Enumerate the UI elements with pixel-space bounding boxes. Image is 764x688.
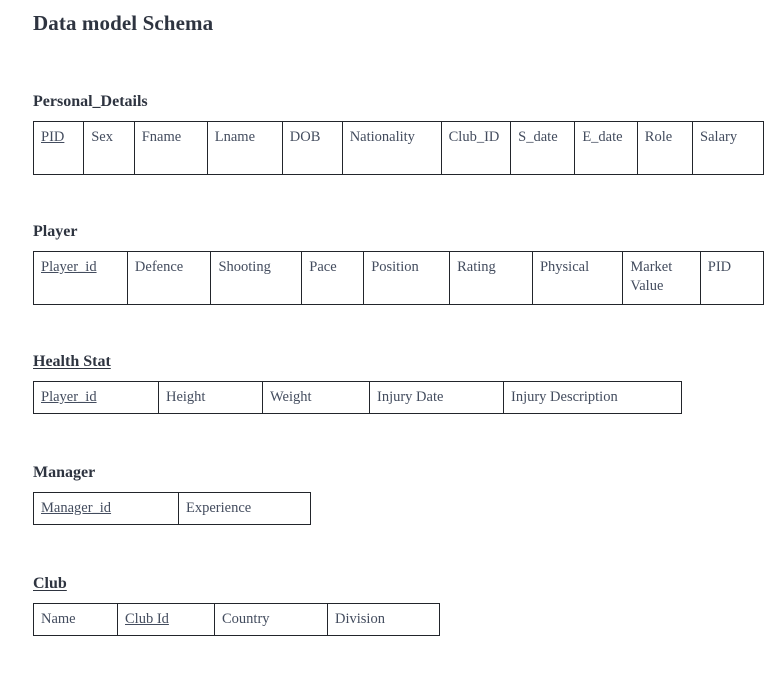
- table-row: Player_id Height Weight Injury Date Injury D…: [33, 381, 682, 414]
- attribute-cell-weight: Weight: [262, 381, 370, 414]
- attribute-label: PID: [707, 259, 732, 275]
- attribute-label: Lname: [214, 129, 256, 145]
- entity-heading-manager: Manager: [33, 464, 96, 481]
- attribute-label: Nationality: [349, 129, 415, 145]
- attribute-cell-defence: Defence: [126, 251, 212, 305]
- entity-table-club: Name Club Id Country Division: [33, 603, 440, 636]
- attribute-label: Pace: [309, 259, 337, 275]
- entity-section-health: Health Stat Player_id Height Weight Injury …: [33, 353, 682, 414]
- attribute-label: Shooting: [218, 259, 271, 275]
- attribute-label: Sex: [91, 129, 113, 145]
- entity-table-manager: Manager_id Experience: [33, 492, 311, 525]
- attribute-label: Injury Date: [377, 389, 444, 405]
- table-row: Player_id Defence Shooting Pace Position Rati…: [33, 251, 764, 305]
- attribute-label: Rating: [457, 259, 496, 275]
- attribute-cell-injury-description: Injury Description: [503, 381, 682, 414]
- attribute-cell-experience: Experience: [178, 492, 311, 525]
- attribute-cell-height: Height: [158, 381, 263, 414]
- attribute-cell-role: Role: [636, 121, 694, 175]
- attribute-cell-salary: Salary: [692, 121, 764, 175]
- attribute-cell-s-date: S_date: [510, 121, 576, 175]
- entity-table-player: Player_id Defence Shooting Pace Position Rati…: [33, 251, 764, 305]
- attribute-cell-division: Division: [327, 603, 440, 636]
- table-row: PID Sex Fname Lname DOB Nationality Club_ID S_d…: [32, 121, 764, 175]
- attribute-cell-pace: Pace: [301, 251, 365, 305]
- entity-heading-personal: Personal_Details: [33, 93, 148, 110]
- attribute-cell-club-id: Club_ID: [440, 121, 512, 175]
- attribute-cell-nationality: Nationality: [341, 121, 442, 175]
- attribute-cell-fname: Fname: [133, 121, 208, 175]
- primary-key-label: PID: [41, 129, 65, 145]
- primary-key-label: Manager_id: [41, 500, 112, 516]
- table-row: Name Club Id Country Division: [33, 603, 440, 636]
- entity-heading-club: Club: [33, 575, 67, 592]
- attribute-label: Experience: [186, 500, 252, 516]
- attribute-label: DOB: [289, 129, 321, 145]
- entity-heading-player: Player: [33, 223, 78, 240]
- attribute-cell-country: Country: [214, 603, 328, 636]
- attribute-label: Country: [222, 611, 270, 627]
- attribute-label: E_date: [582, 129, 623, 145]
- primary-key-label: Club Id: [125, 611, 169, 627]
- attribute-cell-position: Position: [363, 251, 451, 305]
- attribute-cell-e-date: E_date: [574, 121, 638, 175]
- attribute-cell-dob: DOB: [281, 121, 343, 175]
- attribute-cell-market-value: Market Value: [622, 251, 701, 305]
- primary-key-label: Player_id: [41, 259, 97, 275]
- attribute-label: Height: [166, 389, 206, 405]
- attribute-label: Weight: [270, 389, 312, 405]
- attribute-label: S_date: [518, 129, 558, 145]
- attribute-label: Position: [371, 259, 419, 275]
- attribute-label: Fname: [141, 129, 182, 145]
- attribute-cell-manager-id: Manager_id: [33, 492, 179, 525]
- attribute-cell-club-id: Club Id: [117, 603, 215, 636]
- attribute-cell-physical: Physical: [531, 251, 624, 305]
- attribute-cell-name: Name: [33, 603, 118, 636]
- attribute-cell-injury-date: Injury Date: [369, 381, 504, 414]
- attribute-cell-rating: Rating: [449, 251, 533, 305]
- attribute-cell-sex: Sex: [83, 121, 135, 175]
- page-title: Data model Schema: [33, 11, 214, 35]
- attribute-label: Injury Description: [511, 389, 618, 405]
- attribute-label: Market Value: [630, 259, 673, 294]
- entity-section-manager: Manager Manager_id Experience: [33, 464, 311, 525]
- table-row: Manager_id Experience: [33, 492, 311, 525]
- attribute-label: Division: [335, 611, 385, 627]
- attribute-cell-shooting: Shooting: [210, 251, 303, 305]
- entity-section-personal: Personal_Details PID Sex Fname Lname DOB Nati…: [32, 93, 764, 175]
- attribute-label: Salary: [700, 129, 738, 145]
- entity-heading-health: Health Stat: [33, 353, 111, 370]
- attribute-cell-lname: Lname: [206, 121, 283, 175]
- attribute-label: Physical: [539, 259, 590, 275]
- attribute-cell-player-id: Player_id: [33, 251, 128, 305]
- primary-key-label: Player_id: [41, 389, 97, 405]
- attribute-label: Club_ID: [448, 129, 500, 145]
- entity-section-player: Player Player_id Defence Shooting Pace Posit…: [33, 223, 764, 305]
- attribute-cell-pid: PID: [32, 121, 85, 175]
- entity-table-personal: PID Sex Fname Lname DOB Nationality Club_ID S_d…: [32, 121, 764, 175]
- attribute-label: Defence: [134, 259, 184, 275]
- attribute-label: Name: [41, 611, 76, 627]
- entity-section-club: Club Name Club Id Country Division: [33, 575, 440, 636]
- entity-table-health: Player_id Height Weight Injury Date Injury D…: [33, 381, 682, 414]
- attribute-cell-pid: PID: [699, 251, 764, 305]
- attribute-cell-player-id: Player_id: [33, 381, 159, 414]
- attribute-label: Role: [644, 129, 673, 145]
